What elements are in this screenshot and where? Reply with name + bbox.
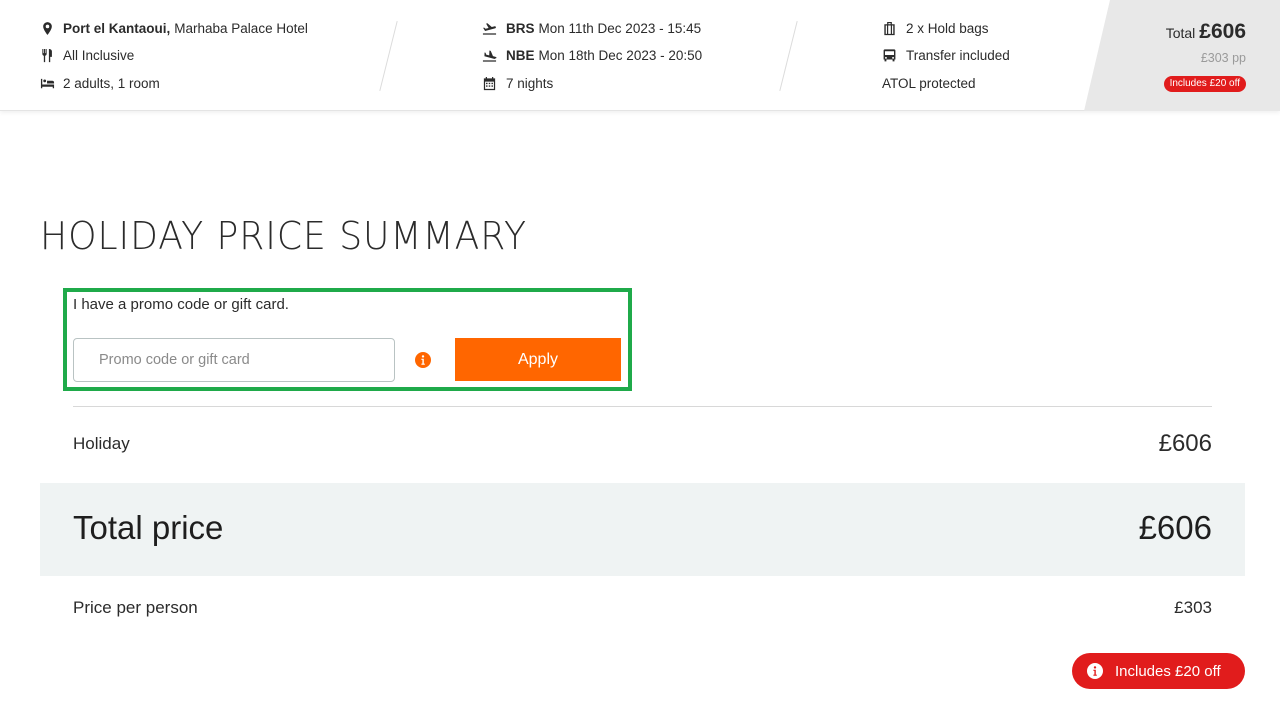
total-price-value: £606: [1138, 509, 1212, 546]
bags-row: 2 x Hold bags: [882, 18, 989, 38]
total-price-row: Total price £606: [40, 483, 1245, 576]
info-icon: [1087, 663, 1103, 679]
bed-icon: [40, 76, 55, 91]
return-date: Mon 18th Dec 2023 - 20:50: [538, 47, 703, 63]
outbound-airport-code: BRS: [506, 20, 535, 36]
transfer: Transfer included: [906, 47, 1010, 63]
hotel-name: Marhaba Palace Hotel: [174, 20, 308, 36]
cutlery-icon: [40, 48, 55, 63]
occupancy: 2 adults, 1 room: [63, 75, 160, 91]
location-pin-icon: [40, 21, 55, 36]
accommodation-details: Port el Kantaoui, Marhaba Palace Hotel A…: [40, 0, 380, 111]
destination-name: Port el Kantaoui,: [63, 20, 171, 36]
holiday-label: Holiday: [73, 434, 130, 453]
price-per-person-label: Price per person: [73, 598, 198, 617]
total-panel-background: [1084, 0, 1280, 111]
outbound-date: Mon 11th Dec 2023 - 15:45: [538, 20, 702, 36]
return-airport-code: NBE: [506, 47, 535, 63]
outbound-flight-row: BRS Mon 11th Dec 2023 - 15:45: [482, 18, 701, 38]
header-price-per-person: £303 pp: [1200, 51, 1246, 65]
return-flight-row: NBE Mon 18th Dec 2023 - 20:50: [482, 45, 702, 65]
nights: 7 nights: [506, 75, 554, 91]
flight-details: BRS Mon 11th Dec 2023 - 15:45 NBE Mon 18…: [482, 0, 782, 111]
divider: [379, 20, 398, 92]
transfer-row: Transfer included: [882, 45, 1010, 65]
header-total-panel: Total £606 £303 pp Includes £20 off: [1084, 0, 1280, 111]
booking-summary-bar: Port el Kantaoui, Marhaba Palace Hotel A…: [0, 0, 1280, 111]
luggage-icon: [882, 21, 897, 36]
apply-button[interactable]: Apply: [455, 338, 621, 381]
discount-pill[interactable]: Includes £20 off: [1072, 653, 1245, 689]
header-total: Total £606: [1166, 20, 1246, 44]
duration-row: 7 nights: [482, 73, 553, 93]
divider: [779, 20, 798, 92]
discount-pill-label: Includes £20 off: [1115, 662, 1221, 680]
bus-icon: [882, 48, 897, 63]
promo-label: I have a promo code or gift card.: [73, 296, 289, 313]
atol-protected: ATOL protected: [882, 75, 976, 91]
info-icon[interactable]: [415, 352, 431, 368]
calendar-icon: [482, 76, 497, 91]
hold-bags: 2 x Hold bags: [906, 20, 989, 36]
board-basis: All Inclusive: [63, 47, 135, 63]
header-total-label: Total: [1165, 25, 1196, 41]
plane-departure-icon: [482, 21, 497, 36]
header-total-amount: £606: [1199, 20, 1246, 43]
header-discount-badge: Includes £20 off: [1163, 76, 1246, 92]
page-title: HOLIDAY PRICE SUMMARY: [40, 214, 527, 258]
occupancy-row: 2 adults, 1 room: [40, 73, 160, 93]
price-per-person-value: £303: [1174, 598, 1212, 617]
board-row: All Inclusive: [40, 45, 134, 65]
total-price-label: Total price: [73, 509, 224, 546]
atol-row: ATOL protected: [882, 73, 976, 93]
divider: [73, 406, 1212, 407]
extras-details: 2 x Hold bags Transfer included ATOL pro…: [882, 0, 1092, 111]
plane-arrival-icon: [482, 48, 497, 63]
promo-code-input[interactable]: [73, 338, 395, 382]
destination-row: Port el Kantaoui, Marhaba Palace Hotel: [40, 18, 308, 38]
holiday-value: £606: [1158, 430, 1212, 457]
